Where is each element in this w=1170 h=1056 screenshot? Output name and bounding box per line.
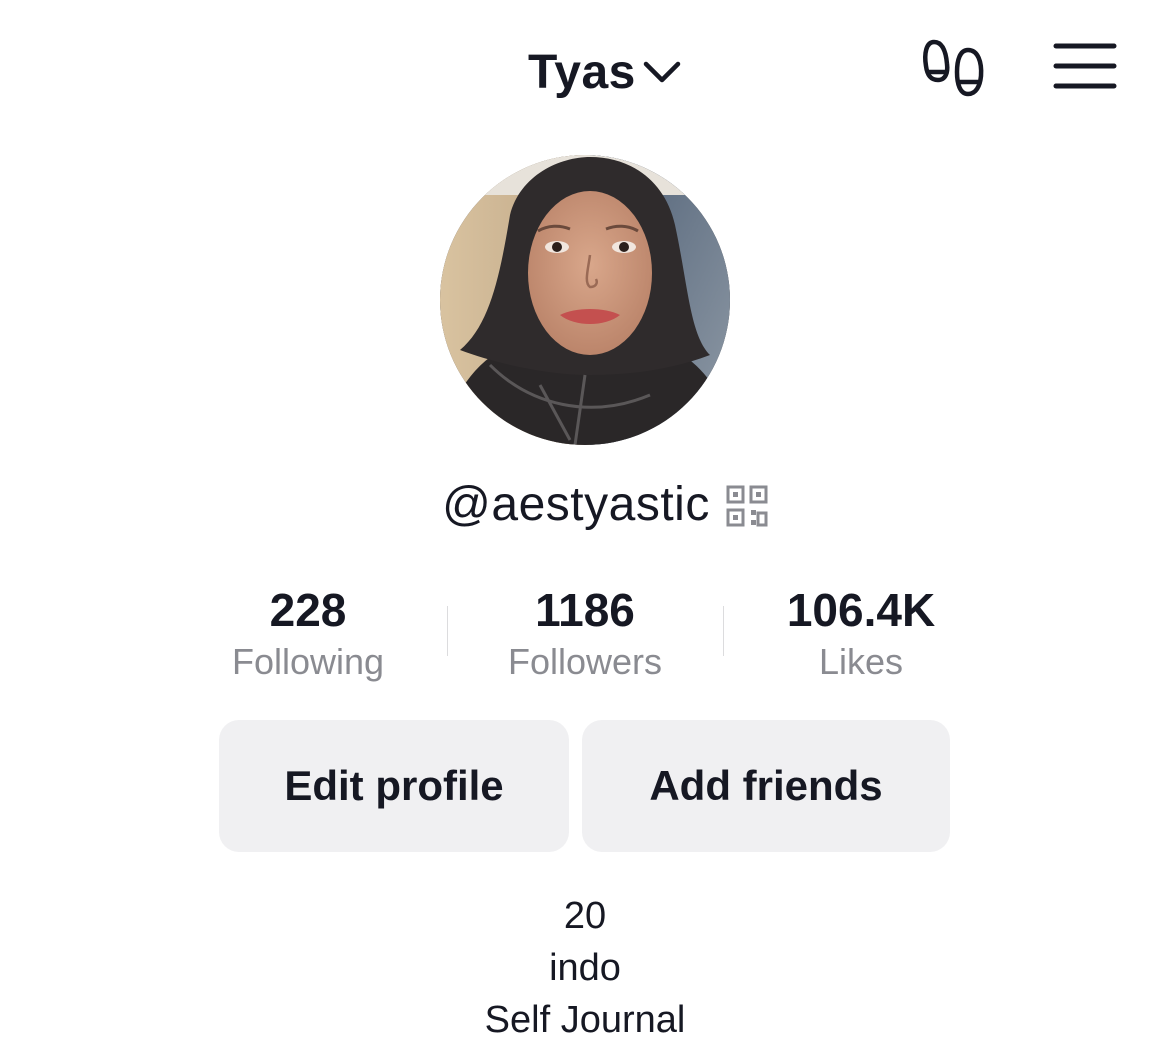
stat-followers[interactable]: 1186 Followers (447, 580, 723, 684)
following-count: 228 (269, 584, 347, 636)
footprint-icon[interactable] (920, 34, 988, 102)
bio-line: 20 (563, 895, 607, 937)
stat-likes[interactable]: 106.4K Likes (723, 580, 999, 684)
top-bar: Tyas (0, 0, 1170, 140)
likes-count: 106.4K (786, 584, 936, 636)
bio-line: Self Journal (484, 999, 686, 1041)
avatar[interactable] (440, 155, 730, 445)
stat-following[interactable]: 228 Following (170, 580, 446, 684)
edit-profile-button[interactable]: Edit profile (219, 720, 569, 852)
profile-stats: 228 Following 1186 Followers 106.4K Like… (170, 580, 1000, 690)
username: @aestyastic (442, 477, 710, 531)
following-label: Following (231, 641, 385, 682)
account-name: Tyas (528, 45, 636, 99)
account-switcher[interactable]: Tyas (528, 42, 682, 102)
qr-code-icon[interactable] (726, 485, 768, 527)
add-friends-button[interactable]: Add friends (582, 720, 950, 852)
likes-label: Likes (818, 641, 904, 682)
chevron-down-icon (642, 58, 682, 86)
followers-count: 1186 (535, 584, 635, 636)
followers-label: Followers (507, 641, 663, 682)
username-row: @aestyastic (0, 472, 1170, 536)
hamburger-menu-icon[interactable] (1052, 40, 1118, 92)
bio: 20 indo Self Journal (0, 890, 1170, 1046)
bio-line: indo (549, 947, 621, 989)
